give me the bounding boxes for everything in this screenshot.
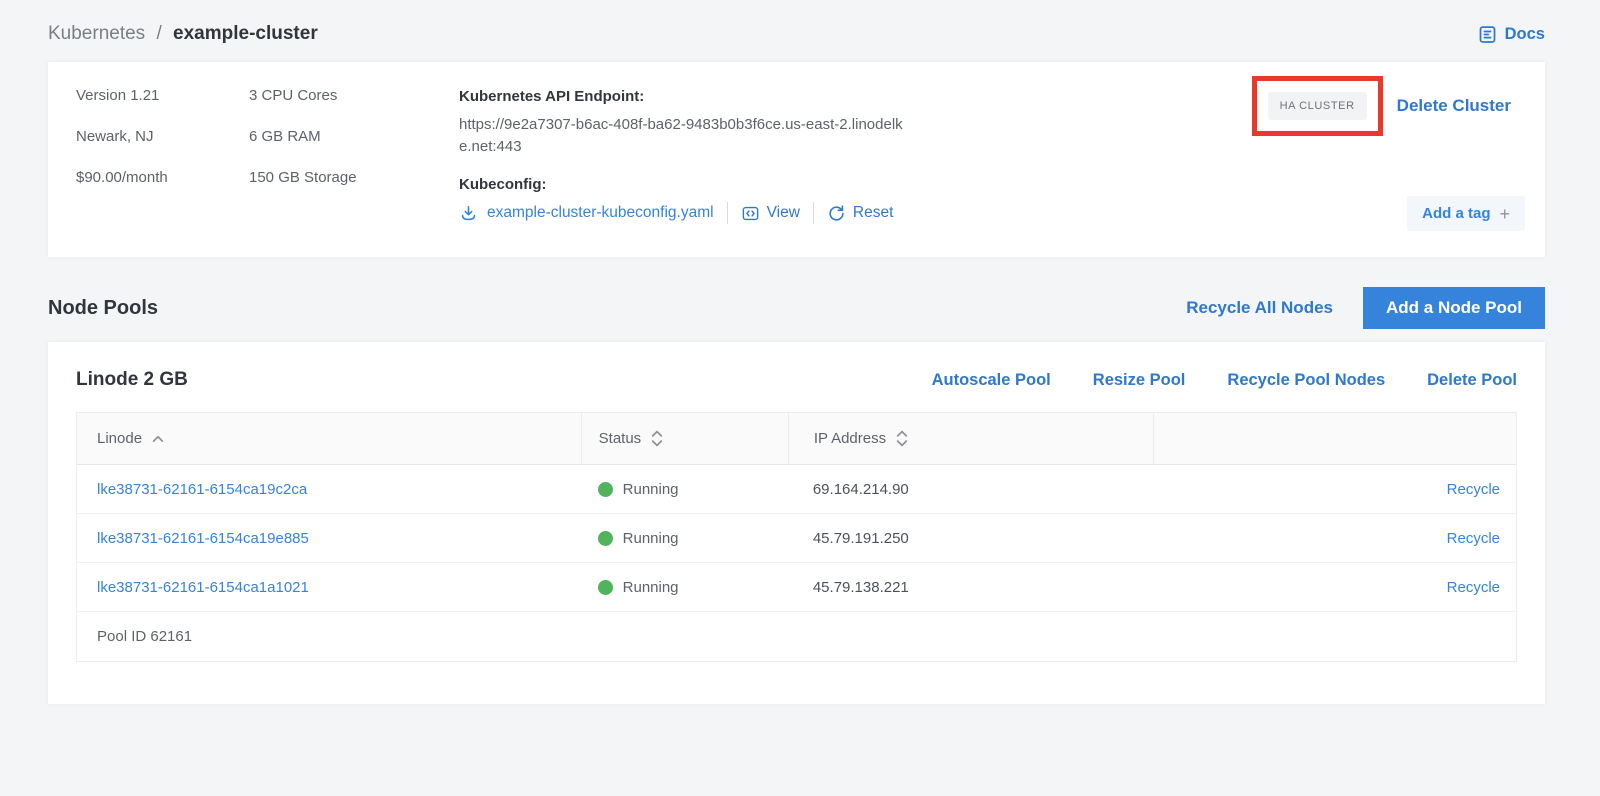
sort-both-icon[interactable] <box>895 429 909 448</box>
view-label: View <box>767 204 800 222</box>
status-running-icon <box>598 580 613 595</box>
add-node-pool-button[interactable]: Add a Node Pool <box>1363 287 1545 329</box>
sort-both-icon[interactable] <box>650 429 664 448</box>
breadcrumb-current-cluster: example-cluster <box>173 23 318 44</box>
node-pools-title: Node Pools <box>48 297 158 320</box>
recycle-all-nodes-button[interactable]: Recycle All Nodes <box>1186 298 1333 318</box>
node-pool-card: Linode 2 GB Autoscale Pool Resize Pool R… <box>48 342 1545 704</box>
docs-label: Docs <box>1505 25 1545 44</box>
docs-document-icon <box>1477 24 1498 45</box>
node-status: Running <box>623 579 679 596</box>
download-icon <box>459 204 478 223</box>
node-ip-address: 45.79.138.221 <box>813 579 909 596</box>
cluster-storage: 150 GB Storage <box>249 170 459 186</box>
resize-pool-button[interactable]: Resize Pool <box>1093 371 1186 390</box>
recycle-node-button[interactable]: Recycle <box>1447 579 1500 596</box>
docs-link[interactable]: Docs <box>1477 24 1545 45</box>
recycle-node-button[interactable]: Recycle <box>1447 530 1500 547</box>
column-header-actions <box>1153 413 1516 464</box>
kubernetes-cluster-detail-page: Kubernetes / example-cluster Docs Versio… <box>0 0 1600 704</box>
kubeconfig-filename: example-cluster-kubeconfig.yaml <box>487 204 714 222</box>
node-ip-address: 45.79.191.250 <box>813 530 909 547</box>
add-tag-button[interactable]: Add a tag + <box>1407 196 1525 231</box>
column-header-status[interactable]: Status <box>581 413 788 464</box>
kubeconfig-actions-row: example-cluster-kubeconfig.yaml View <box>459 202 949 224</box>
topbar: Kubernetes / example-cluster Docs <box>48 16 1545 52</box>
ip-address-column-label: IP Address <box>814 430 886 447</box>
add-tag-label: Add a tag <box>1422 205 1490 222</box>
ha-cluster-highlight-box: HA CLUSTER <box>1252 76 1383 136</box>
node-status: Running <box>623 530 679 547</box>
summary-right-top-row: HA CLUSTER Delete Cluster <box>1252 76 1525 136</box>
reset-label: Reset <box>853 204 894 222</box>
api-endpoint-url: https://9e2a7307-b6ac-408f-ba62-9483b0b3… <box>459 114 914 158</box>
breadcrumb-separator: / <box>156 23 161 44</box>
kubeconfig-label: Kubeconfig: <box>459 176 949 193</box>
divider <box>727 202 728 224</box>
ha-cluster-badge: HA CLUSTER <box>1268 92 1367 120</box>
api-endpoint-label: Kubernetes API Endpoint: <box>459 88 949 105</box>
autoscale-pool-button[interactable]: Autoscale Pool <box>932 371 1051 390</box>
status-column-label: Status <box>599 430 642 447</box>
cluster-ram: 6 GB RAM <box>249 129 459 145</box>
column-header-linode[interactable]: Linode <box>77 413 581 464</box>
node-pool-table: Linode Status <box>76 412 1517 662</box>
view-kubeconfig-button[interactable]: View <box>741 204 800 223</box>
pool-id: Pool ID 62161 <box>97 628 192 645</box>
node-link[interactable]: lke38731-62161-6154ca19c2ca <box>97 481 307 498</box>
linode-column-label: Linode <box>97 430 142 447</box>
table-header-row: Linode Status <box>77 413 1516 465</box>
node-link[interactable]: lke38731-62161-6154ca19e885 <box>97 530 309 547</box>
node-link[interactable]: lke38731-62161-6154ca1a1021 <box>97 579 309 596</box>
node-ip-address: 69.164.214.90 <box>813 481 909 498</box>
recycle-pool-nodes-button[interactable]: Recycle Pool Nodes <box>1227 371 1385 390</box>
summary-right-column: HA CLUSTER Delete Cluster Add a tag + <box>1252 76 1525 233</box>
breadcrumb: Kubernetes / example-cluster <box>48 23 318 45</box>
table-row: lke38731-62161-6154ca19e885 Running 45.7… <box>77 514 1516 563</box>
node-status: Running <box>623 481 679 498</box>
table-row: lke38731-62161-6154ca19c2ca Running 69.1… <box>77 465 1516 514</box>
pool-header: Linode 2 GB Autoscale Pool Resize Pool R… <box>76 369 1517 391</box>
pool-action-links: Autoscale Pool Resize Pool Recycle Pool … <box>932 371 1517 390</box>
table-row: lke38731-62161-6154ca1a1021 Running 45.7… <box>77 563 1516 612</box>
node-pools-actions: Recycle All Nodes Add a Node Pool <box>1186 287 1545 329</box>
sort-ascending-icon[interactable] <box>151 434 165 443</box>
reset-refresh-icon <box>827 204 846 223</box>
node-pools-section-header: Node Pools Recycle All Nodes Add a Node … <box>48 287 1545 329</box>
delete-pool-button[interactable]: Delete Pool <box>1427 371 1517 390</box>
cluster-summary-card: Version 1.21 Newark, NJ $90.00/month 3 C… <box>48 62 1545 257</box>
cluster-cpu: 3 CPU Cores <box>249 88 459 104</box>
cluster-specs-column-1: Version 1.21 Newark, NJ $90.00/month <box>76 88 249 233</box>
plus-icon: + <box>1499 207 1510 221</box>
recycle-node-button[interactable]: Recycle <box>1447 481 1500 498</box>
column-header-ip-address[interactable]: IP Address <box>788 413 1154 464</box>
cluster-region: Newark, NJ <box>76 129 249 145</box>
code-view-icon <box>741 204 760 223</box>
delete-cluster-button[interactable]: Delete Cluster <box>1397 96 1511 116</box>
pool-name: Linode 2 GB <box>76 369 188 391</box>
status-running-icon <box>598 531 613 546</box>
breadcrumb-kubernetes-link[interactable]: Kubernetes <box>48 23 145 44</box>
table-footer-row: Pool ID 62161 <box>77 612 1516 661</box>
cluster-price: $90.00/month <box>76 170 249 186</box>
cluster-version: Version 1.21 <box>76 88 249 104</box>
reset-kubeconfig-button[interactable]: Reset <box>827 204 894 223</box>
status-running-icon <box>598 482 613 497</box>
endpoint-block: Kubernetes API Endpoint: https://9e2a730… <box>459 88 949 233</box>
divider <box>813 202 814 224</box>
kubeconfig-download-link[interactable]: example-cluster-kubeconfig.yaml <box>459 204 714 223</box>
cluster-specs-column-2: 3 CPU Cores 6 GB RAM 150 GB Storage <box>249 88 459 233</box>
